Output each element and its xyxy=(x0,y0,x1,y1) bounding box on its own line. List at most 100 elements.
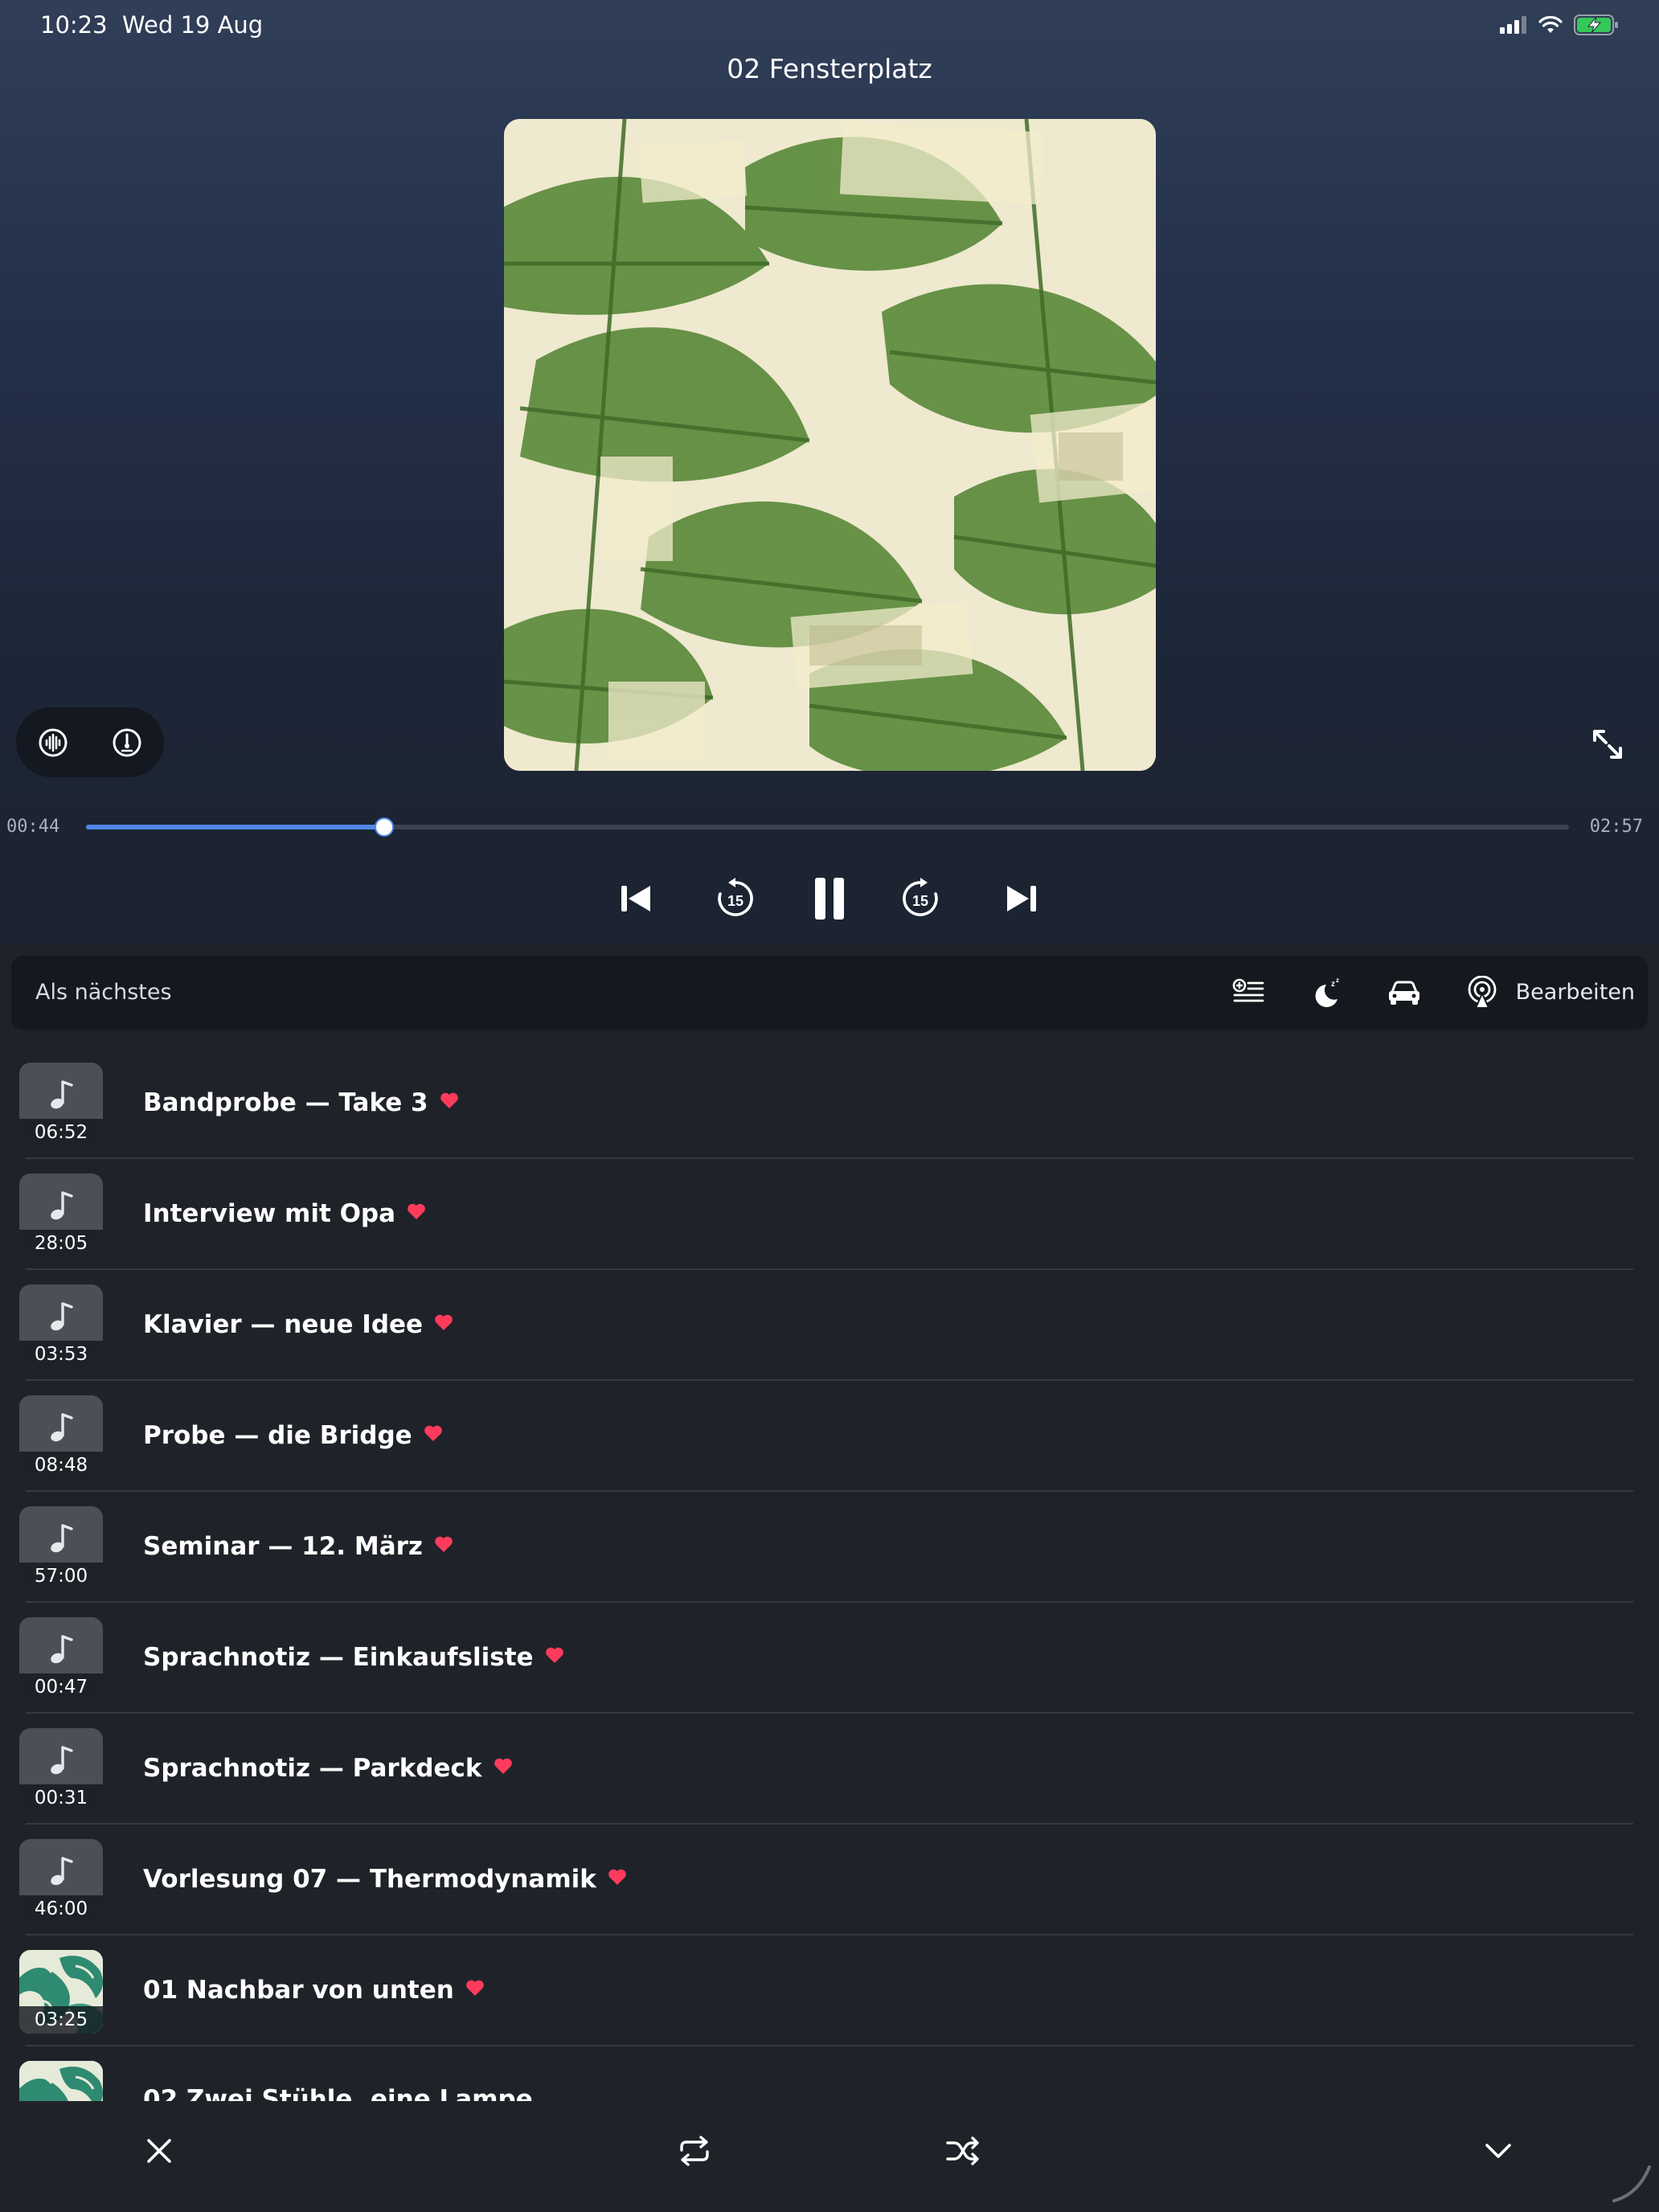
clock: 10:23 xyxy=(40,11,108,39)
track-artwork: 03:25 xyxy=(19,1950,103,2034)
queue-list: 06:52 Bandprobe — Take 3 28:05 Interview mi… xyxy=(0,1048,1659,2101)
track-artwork xyxy=(19,2061,103,2101)
skip-forward-label: 15 xyxy=(912,893,928,909)
track-duration: 28:05 xyxy=(19,1230,103,1257)
airplay-audio-icon xyxy=(1468,976,1497,1009)
shuffle-button[interactable] xyxy=(940,2128,985,2173)
airplay-button[interactable] xyxy=(1463,973,1501,1012)
track-title-wrap: Sprachnotiz — Einkaufsliste xyxy=(143,1641,564,1672)
queue-row[interactable]: 28:05 Interview mit Opa xyxy=(0,1159,1659,1270)
queue-row[interactable]: 03:25 01 Nachbar von unten xyxy=(0,1936,1659,2046)
favorite-heart-icon xyxy=(494,1752,513,1781)
sleep-timer-button[interactable]: z z xyxy=(1307,973,1346,1012)
resize-grip-icon xyxy=(1612,2165,1651,2202)
track-title-wrap: 02 Zwei Stühle, eine Lampe xyxy=(143,2085,533,2101)
music-note-icon xyxy=(51,1413,73,1442)
track-artwork: 03:53 xyxy=(19,1284,103,1368)
track-title: Vorlesung 07 — Thermodynamik xyxy=(143,1865,596,1894)
queue-row[interactable]: 00:31 Sprachnotiz — Parkdeck xyxy=(0,1714,1659,1825)
wave-artwork-icon xyxy=(19,2061,103,2101)
edit-queue-button[interactable]: Bearbeiten xyxy=(1516,980,1635,1005)
repeat-button[interactable] xyxy=(672,2128,717,2173)
previous-track-button[interactable] xyxy=(610,873,662,924)
close-queue-button[interactable] xyxy=(137,2128,182,2173)
queue-row[interactable]: 02 Zwei Stühle, eine Lampe xyxy=(0,2046,1659,2101)
track-title: Sprachnotiz — Einkaufsliste xyxy=(143,1643,534,1672)
track-title: Sprachnotiz — Parkdeck xyxy=(143,1754,482,1783)
progress-knob[interactable] xyxy=(374,817,394,837)
track-artwork: 00:47 xyxy=(19,1617,103,1701)
music-note-icon xyxy=(51,1524,73,1553)
favorite-heart-icon xyxy=(545,1641,564,1670)
skip-previous-icon xyxy=(621,886,650,911)
fullscreen-button[interactable] xyxy=(1588,725,1627,764)
pause-button[interactable] xyxy=(804,873,855,924)
track-title: Probe — die Bridge xyxy=(143,1421,412,1450)
queue-row[interactable]: 03:53 Klavier — neue Idee xyxy=(0,1270,1659,1381)
car-icon xyxy=(1389,981,1419,1005)
status-indicators xyxy=(1500,14,1619,35)
queue-row[interactable]: 06:52 Bandprobe — Take 3 xyxy=(0,1048,1659,1159)
track-artwork: 08:48 xyxy=(19,1395,103,1479)
favorite-heart-icon xyxy=(434,1530,453,1559)
track-artwork: 46:00 xyxy=(19,1839,103,1923)
music-note-icon xyxy=(51,1080,73,1109)
collapse-button[interactable] xyxy=(1476,2128,1521,2173)
track-artwork: 06:52 xyxy=(19,1063,103,1146)
leaf-print-artwork xyxy=(504,119,1156,771)
track-duration: 03:53 xyxy=(19,1341,103,1368)
expand-arrows-icon xyxy=(1593,730,1622,759)
bottom-toolbar xyxy=(0,2101,1659,2212)
track-title-wrap: 01 Nachbar von unten xyxy=(143,1974,485,2005)
status-time: 10:23 Wed 19 Aug xyxy=(40,11,263,39)
moon-sleep-icon: z z xyxy=(1315,977,1339,1007)
skip-back-label: 15 xyxy=(727,893,743,909)
rewind-15-icon: 15 xyxy=(718,878,753,916)
track-duration: 46:00 xyxy=(19,1895,103,1923)
track-title: Bandprobe — Take 3 xyxy=(143,1088,428,1117)
skip-next-icon xyxy=(1007,886,1036,911)
audio-waveform-button[interactable] xyxy=(35,724,72,761)
queue-row[interactable]: 00:47 Sprachnotiz — Einkaufsliste xyxy=(0,1603,1659,1714)
queue-header: Als nächstes z z Bearbeiten xyxy=(11,956,1648,1030)
add-to-queue-button[interactable] xyxy=(1229,973,1268,1012)
progress-fill xyxy=(86,825,384,830)
favorite-heart-icon xyxy=(407,1198,426,1227)
track-title-wrap: Interview mit Opa xyxy=(143,1198,426,1228)
track-duration: 06:52 xyxy=(19,1119,103,1146)
favorite-heart-icon xyxy=(434,1309,453,1337)
skip-back-15-button[interactable]: 15 xyxy=(710,873,761,924)
track-duration: 03:25 xyxy=(19,2006,103,2034)
music-note-icon xyxy=(51,1635,73,1664)
track-artwork: 57:00 xyxy=(19,1506,103,1590)
favorite-heart-icon xyxy=(465,1974,485,2003)
album-artwork xyxy=(504,119,1156,771)
car-mode-button[interactable] xyxy=(1385,973,1423,1012)
cellular-signal-icon xyxy=(1500,16,1526,34)
queue-row[interactable]: 57:00 Seminar — 12. März xyxy=(0,1492,1659,1603)
track-title-wrap: Sprachnotiz — Parkdeck xyxy=(143,1752,513,1783)
next-track-button[interactable] xyxy=(996,873,1047,924)
date: Wed 19 Aug xyxy=(122,11,264,39)
progress-slider[interactable] xyxy=(86,817,1569,837)
track-title-wrap: Vorlesung 07 — Thermodynamik xyxy=(143,1863,627,1894)
close-icon xyxy=(147,2139,171,2163)
queue-list-icon xyxy=(1232,978,1264,1002)
music-note-icon xyxy=(51,1857,73,1886)
speed-gauge-icon xyxy=(113,728,141,756)
waveform-icon xyxy=(39,728,68,756)
track-artwork: 28:05 xyxy=(19,1174,103,1257)
now-playing-panel: 10:23 Wed 19 Aug 02 Fensterplatz 00:44 0… xyxy=(0,0,1659,945)
track-title: 02 Zwei Stühle, eine Lampe xyxy=(143,2085,533,2101)
track-title: 01 Nachbar von unten xyxy=(143,1976,454,2005)
playback-speed-button[interactable] xyxy=(109,724,145,761)
queue-row[interactable]: 46:00 Vorlesung 07 — Thermodynamik xyxy=(0,1825,1659,1936)
total-time: 02:57 xyxy=(1589,817,1643,837)
track-title-wrap: Klavier — neue Idee xyxy=(143,1309,453,1339)
queue-title: Als nächstes xyxy=(35,980,172,1005)
queue-row[interactable]: 08:48 Probe — die Bridge xyxy=(0,1381,1659,1492)
track-duration: 00:31 xyxy=(19,1784,103,1812)
track-title: Interview mit Opa xyxy=(143,1199,396,1228)
svg-text:z: z xyxy=(1331,980,1335,989)
skip-forward-15-button[interactable]: 15 xyxy=(895,873,946,924)
